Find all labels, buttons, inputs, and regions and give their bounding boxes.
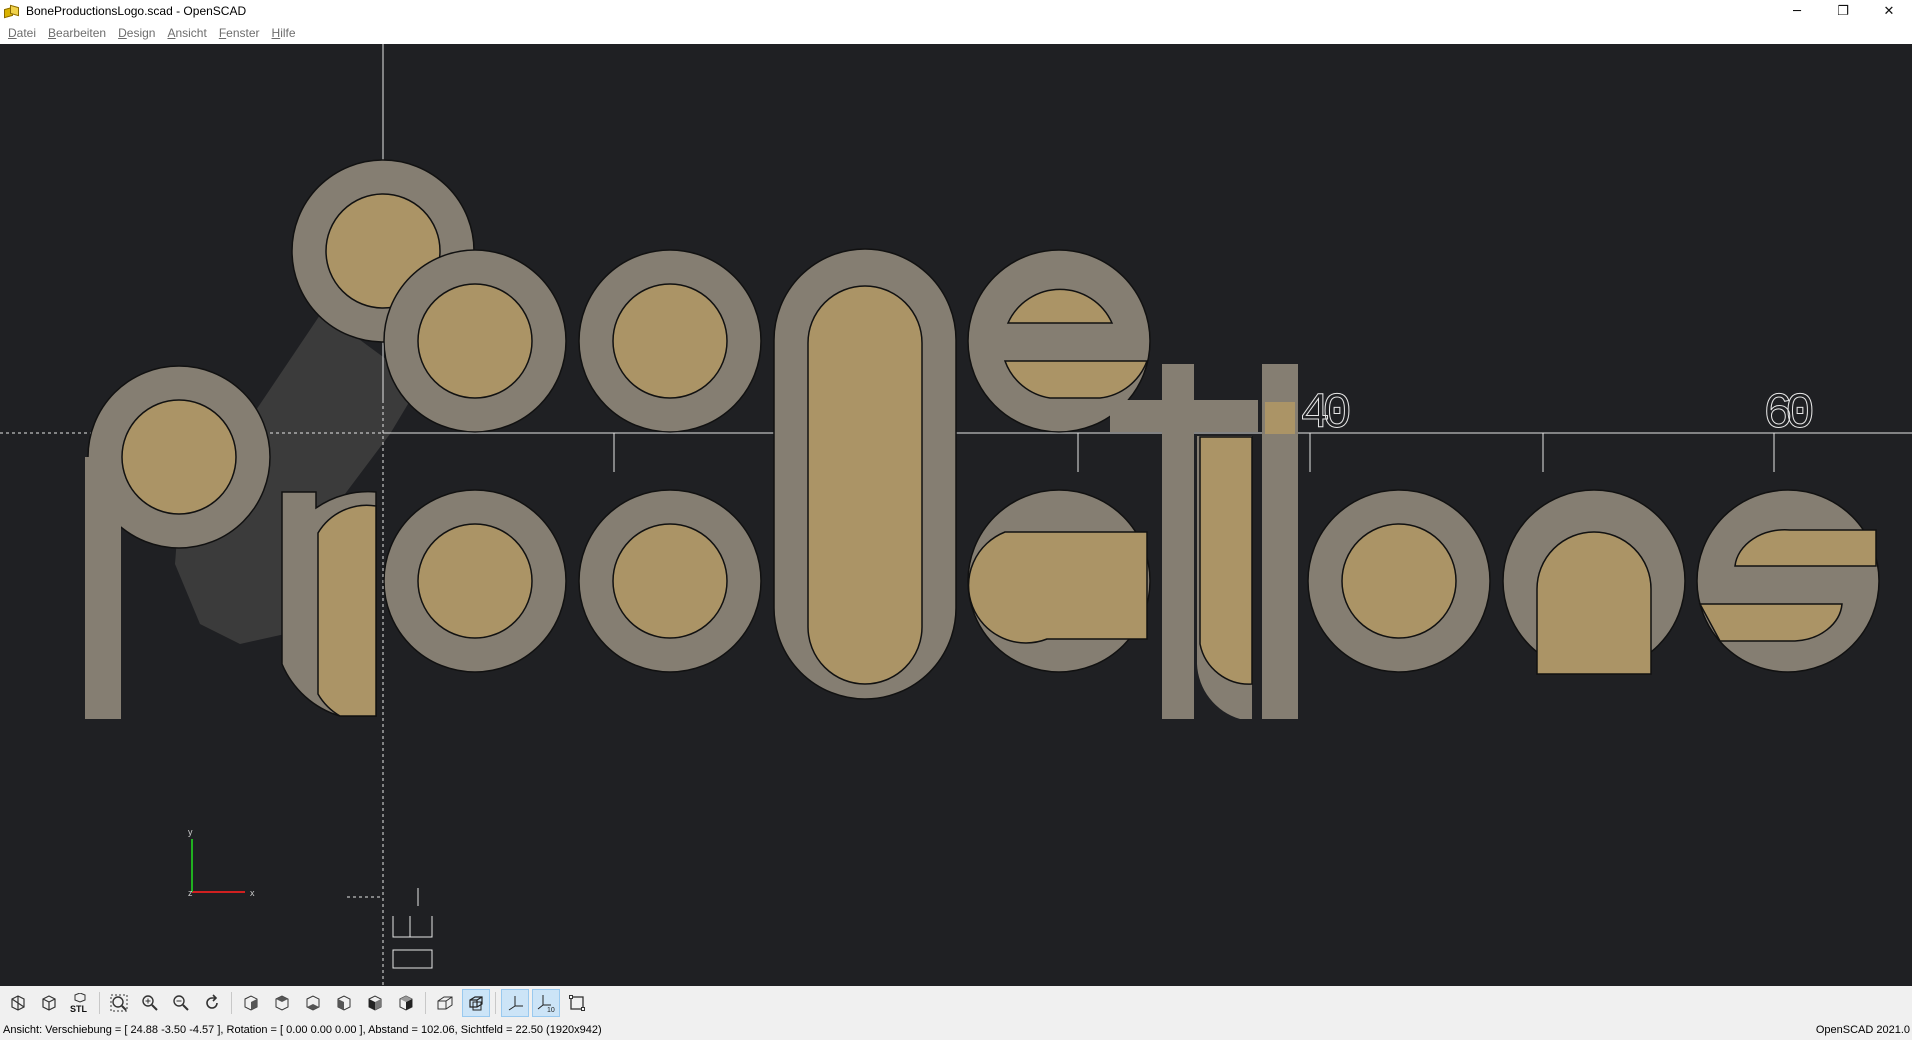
orthogonal-icon[interactable] — [462, 989, 490, 1017]
toolbar-separator — [495, 992, 496, 1014]
view-top-icon[interactable] — [268, 989, 296, 1017]
letter-r-fill — [317, 504, 377, 717]
view-all-icon[interactable] — [105, 989, 133, 1017]
view-bottom-icon[interactable] — [299, 989, 327, 1017]
title-bar: BoneProductionsLogo.scad - OpenSCAD ─ ❐ … — [0, 0, 1912, 22]
view-front-icon[interactable] — [361, 989, 389, 1017]
letter-i-dot — [1265, 402, 1295, 434]
letter-n-fill — [612, 283, 728, 399]
close-button[interactable]: ✕ — [1866, 0, 1912, 22]
letter-d-fill — [612, 523, 728, 639]
menu-bearbeiten[interactable]: Bearbeiten — [42, 26, 112, 40]
show-axes-icon[interactable] — [501, 989, 529, 1017]
letter-s-ring — [1696, 489, 1880, 673]
perspective-icon[interactable] — [431, 989, 459, 1017]
view-back-icon[interactable] — [392, 989, 420, 1017]
menu-datei[interactable]: Datei — [2, 26, 42, 40]
menu-ansicht[interactable]: Ansicht — [161, 26, 212, 40]
view-status-text: Ansicht: Verschiebung = [ 24.88 -3.50 -4… — [3, 1024, 602, 1036]
letter-p-fill — [121, 399, 237, 515]
ruler-label-60: 60 — [1763, 386, 1815, 443]
toolbar-separator — [231, 992, 232, 1014]
scale-marker-glyph-bottom — [392, 949, 433, 969]
preview-icon[interactable] — [4, 989, 32, 1017]
view-left-icon[interactable] — [330, 989, 358, 1017]
viewport-canvas[interactable]: 40 60 x y z — [0, 44, 1912, 986]
zoom-out-icon[interactable] — [167, 989, 195, 1017]
3d-viewport[interactable]: 40 60 x y z — [0, 44, 1912, 986]
gizmo-z-label: z — [188, 888, 193, 898]
window-controls: ─ ❐ ✕ — [1774, 0, 1912, 22]
minimize-button[interactable]: ─ — [1774, 0, 1820, 22]
gizmo-x-label: x — [250, 888, 255, 898]
letter-n2-fill — [1536, 531, 1652, 675]
status-bar: Ansicht: Verschiebung = [ 24.88 -3.50 -4… — [0, 1020, 1912, 1040]
axes-gizmo: x y z — [188, 827, 255, 898]
openscad-app-icon — [4, 4, 20, 19]
view-toolbar: STL 10 — [0, 986, 1912, 1020]
zoom-in-icon[interactable] — [136, 989, 164, 1017]
render-icon[interactable] — [35, 989, 63, 1017]
letter-t-bar — [1110, 400, 1258, 432]
view-right-icon[interactable] — [237, 989, 265, 1017]
menu-bar: Datei Bearbeiten Design Ansicht Fenster … — [0, 22, 1912, 44]
menu-design[interactable]: Design — [112, 26, 161, 40]
maximize-button[interactable]: ❐ — [1820, 0, 1866, 22]
menu-hilfe[interactable]: Hilfe — [266, 26, 302, 40]
menu-fenster[interactable]: Fenster — [213, 26, 266, 40]
window-title: BoneProductionsLogo.scad - OpenSCAD — [26, 4, 247, 18]
stl-label: STL — [70, 1004, 88, 1013]
letter-o3-fill — [1341, 523, 1457, 639]
letter-d-stem-fill — [807, 285, 923, 685]
show-edges-icon[interactable] — [563, 989, 591, 1017]
scale-marker-glyph-top — [392, 916, 433, 938]
reset-view-icon[interactable] — [198, 989, 226, 1017]
letter-t-fill — [1199, 436, 1253, 685]
toolbar-separator — [99, 992, 100, 1014]
letter-p-stem — [85, 457, 121, 719]
ruler-label-40: 40 — [1300, 386, 1352, 443]
toolbar-separator — [425, 992, 426, 1014]
letter-c-fill — [967, 531, 1148, 644]
export-stl-icon[interactable]: STL — [66, 989, 94, 1017]
letter-o2-fill — [417, 523, 533, 639]
gizmo-y-label: y — [188, 827, 193, 837]
show-scale-markers-icon[interactable]: 10 — [532, 989, 560, 1017]
version-label: OpenSCAD 2021.0 — [1815, 1024, 1910, 1036]
svg-text:10: 10 — [547, 1007, 555, 1013]
letter-o-fill — [417, 283, 533, 399]
